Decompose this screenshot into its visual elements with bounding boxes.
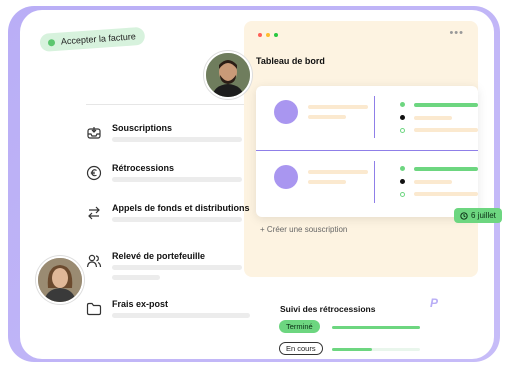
more-options-icon[interactable]: ••• [449,27,464,39]
timeline-node-icon [400,166,405,171]
status-badge-done: Terminé [279,320,320,333]
menu-item-label: Souscriptions [112,123,173,133]
placeholder-bar [308,105,368,109]
status-badge-in-progress: En cours [279,342,323,355]
progress-bar [414,103,478,107]
euro-icon [86,165,102,181]
person-photo-icon [38,258,82,302]
user-photo [204,51,252,99]
transfer-icon [88,206,100,220]
status-dot-icon [47,38,56,46]
accept-invoice-label: Accepter la facture [60,31,137,47]
timeline-node-icon [400,128,405,133]
placeholder-bar [308,115,346,119]
placeholder-bar [414,180,452,184]
subscription-card [256,86,478,217]
placeholder-bar [414,192,478,196]
minimize-dot-icon[interactable] [266,33,270,37]
row-divider [374,96,375,138]
dashboard-panel: ••• Tableau de bord + Créer une souscrip… [244,21,478,277]
placeholder-bar [112,265,242,270]
menu-divider [86,104,244,105]
progress-fill [332,348,372,351]
date-label: 6 juillet [471,211,496,220]
menu-item-label: Appels de fonds et distributions [112,203,250,213]
date-badge: 6 juillet [454,208,502,223]
menu-item-label: Frais ex-post [112,299,169,309]
avatar [274,100,298,124]
tracking-title: Suivi des rétrocessions [280,304,376,314]
menu-item-label: Rétrocessions [112,163,175,173]
timeline-node-icon [400,192,405,197]
menu-item-label: Relevé de portefeuille [112,251,206,261]
progress-bar [414,167,478,171]
placeholder-bar [112,275,160,280]
avatar [274,165,298,189]
card-divider [256,150,478,151]
placeholder-bar [414,128,478,132]
retrocession-tracking-card: Suivi des rétrocessions Terminé En cours [272,288,432,358]
folder-icon [86,302,102,316]
inbox-icon [87,127,101,139]
create-subscription-link[interactable]: + Créer une souscription [260,225,347,234]
placeholder-bar [308,180,346,184]
placeholder-bar [112,217,242,222]
placeholder-bar [308,170,368,174]
placeholder-bar [414,116,452,120]
users-icon [86,254,102,268]
maximize-dot-icon[interactable] [274,33,278,37]
close-dot-icon[interactable] [258,33,262,37]
timeline-node-icon [400,115,405,120]
row-divider [374,161,375,203]
brand-logo: P [430,296,439,310]
timeline-node-icon [400,179,405,184]
placeholder-bar [112,177,242,182]
person-photo-icon [206,53,250,97]
dashboard-title: Tableau de bord [256,56,325,66]
placeholder-bar [112,313,250,318]
timeline-node-icon [400,102,405,107]
progress-fill [332,326,420,329]
clock-icon [460,211,468,220]
window-controls [258,33,278,37]
user-photo [36,256,84,304]
placeholder-bar [112,137,242,142]
